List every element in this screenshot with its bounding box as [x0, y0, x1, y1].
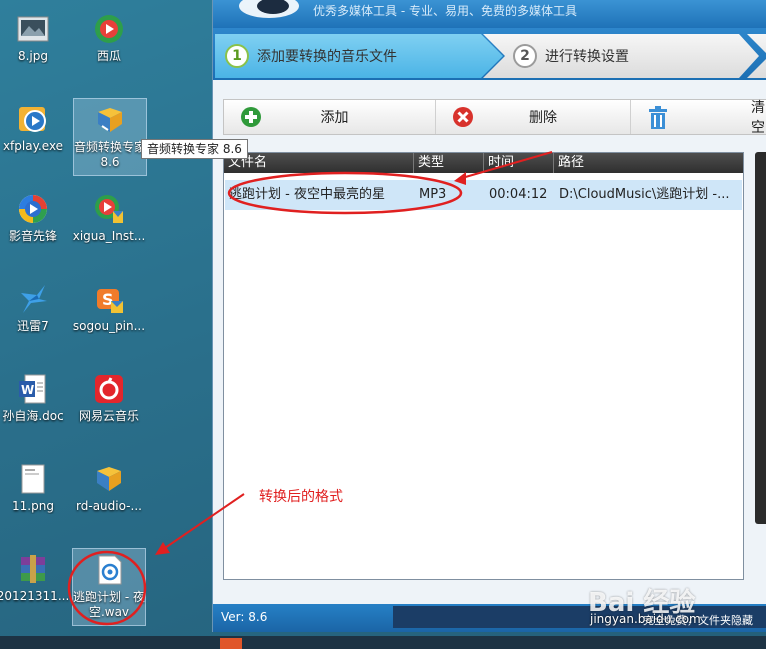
cell-time: 00:04:12: [489, 187, 548, 202]
xigua-icon: [92, 12, 126, 46]
netease-music-icon: [92, 372, 126, 406]
clear-button-label: 清空: [751, 100, 765, 136]
desktop-icon-wav-file[interactable]: 逃跑计划 - 夜空.wav: [72, 548, 146, 626]
app-slogan: 优秀多媒体工具 - 专业、易用、免费的多媒体工具: [313, 4, 577, 18]
image-file-icon: [16, 12, 50, 46]
svg-text:W: W: [21, 383, 34, 397]
audio-file-icon: [92, 553, 126, 587]
file-toolbar: 添加 删除 清空: [223, 99, 766, 136]
column-header-path[interactable]: 路径: [554, 153, 743, 173]
desktop-icon-word-doc[interactable]: W 孙自海.doc: [0, 368, 70, 446]
watermark-url: jingyan.baidu.com: [590, 612, 701, 626]
desktop-icon-xfplay[interactable]: xfplay.exe: [0, 98, 70, 176]
desktop-icon-winrar[interactable]: 20121311...: [0, 548, 70, 626]
desktop-icon-label: 11.png: [12, 499, 54, 513]
file-list-header: 文件名 类型 时间 路径: [224, 153, 743, 173]
xfplay-icon: [16, 102, 50, 136]
desktop-icon-label: 西瓜: [96, 49, 121, 63]
desktop-icon-netease-music[interactable]: 网易云音乐: [72, 368, 146, 446]
step-number: 1: [225, 44, 249, 68]
desktop-icon-11-png[interactable]: 11.png: [0, 458, 70, 536]
xigua-installer-icon: [92, 192, 126, 226]
desktop-icon-label: 20121311...: [0, 589, 70, 603]
wizard-steps: 1 添加要转换的音乐文件 2 进行转换设置: [213, 28, 766, 80]
taskbar: [0, 636, 766, 649]
cell-path: D:\CloudMusic\逃跑计划 -...: [559, 187, 730, 202]
desktop-icon-label: 逃跑计划 - 夜空.wav: [73, 590, 145, 619]
desktop: 8.jpg 西瓜 xfplay.exe 音频转换专家 8.6 影音先锋 xigu…: [0, 0, 212, 649]
desktop-icon-player[interactable]: 影音先锋: [0, 188, 70, 266]
audio-converter-icon: [92, 462, 126, 496]
audio-converter-icon: [93, 103, 127, 137]
desktop-icon-label: 网易云音乐: [78, 409, 139, 423]
version-label: Ver: 8.6: [221, 610, 268, 624]
column-header-time[interactable]: 时间: [484, 153, 554, 173]
add-button-label: 添加: [320, 110, 349, 126]
audio-converter-window: 优秀多媒体工具 - 专业、易用、免费的多媒体工具 1 添加要转换的音乐文件 2 …: [212, 0, 766, 632]
clear-button[interactable]: 清空: [631, 100, 766, 136]
sogou-icon: S: [92, 282, 126, 316]
desktop-icon-label: 影音先锋: [8, 229, 57, 243]
winrar-icon: [16, 552, 50, 586]
word-doc-icon: W: [16, 372, 50, 406]
step-number: 2: [513, 44, 537, 68]
step-add-music[interactable]: 1 添加要转换的音乐文件: [215, 34, 503, 78]
desktop-icon-label: xigua_Inst...: [72, 229, 146, 243]
desktop-icon-label: 音频转换专家 8.6: [73, 140, 146, 169]
annotation-text: 转换后的格式: [259, 489, 343, 505]
desktop-icon-xigua-installer[interactable]: xigua_Inst...: [72, 188, 146, 266]
step-label: 进行转换设置: [545, 49, 629, 65]
cell-type: MP3: [419, 187, 447, 202]
desktop-icon-label: 孙自海.doc: [2, 409, 64, 423]
icon-tooltip: 音频转换专家 8.6: [141, 139, 248, 159]
image-file-icon: [16, 462, 50, 496]
step-convert-settings[interactable]: 2 进行转换设置: [483, 34, 759, 78]
delete-button[interactable]: 删除: [436, 100, 631, 134]
step-label: 添加要转换的音乐文件: [257, 49, 397, 65]
file-list[interactable]: 文件名 类型 时间 路径 逃跑计划 - 夜空中最亮的星 MP3 00:04:12…: [223, 152, 744, 580]
desktop-icon-8-jpg[interactable]: 8.jpg: [0, 8, 70, 86]
table-row[interactable]: 逃跑计划 - 夜空中最亮的星 MP3 00:04:12 D:\CloudMusi…: [225, 180, 742, 210]
app-header: 优秀多媒体工具 - 专业、易用、免费的多媒体工具: [213, 0, 766, 28]
column-header-type[interactable]: 类型: [414, 153, 484, 173]
thunder-icon: [16, 282, 50, 316]
cell-filename: 逃跑计划 - 夜空中最亮的星: [229, 187, 385, 202]
desktop-icon-label: rd-audio-...: [76, 499, 142, 513]
add-button[interactable]: 添加: [224, 100, 436, 134]
column-header-filename[interactable]: 文件名: [224, 153, 414, 173]
desktop-icon-thunder[interactable]: 迅雷7: [0, 278, 70, 356]
player-icon: [16, 192, 50, 226]
app-logo-icon: [231, 0, 301, 26]
delete-button-label: 删除: [529, 110, 557, 126]
desktop-icon-label: sogou_pin...: [72, 319, 146, 333]
side-panel-edge: [755, 152, 766, 524]
desktop-icon-label: xfplay.exe: [2, 139, 64, 153]
desktop-icon-rd-audio[interactable]: rd-audio-...: [72, 458, 146, 536]
desktop-icon-label: 迅雷7: [17, 319, 49, 333]
desktop-icon-sogou[interactable]: S sogou_pin...: [72, 278, 146, 356]
desktop-icon-xigua[interactable]: 西瓜: [72, 8, 146, 86]
desktop-icon-audio-converter[interactable]: 音频转换专家 8.6: [73, 98, 147, 176]
desktop-icon-label: 8.jpg: [17, 49, 49, 63]
taskbar-app-icon[interactable]: [220, 638, 242, 649]
